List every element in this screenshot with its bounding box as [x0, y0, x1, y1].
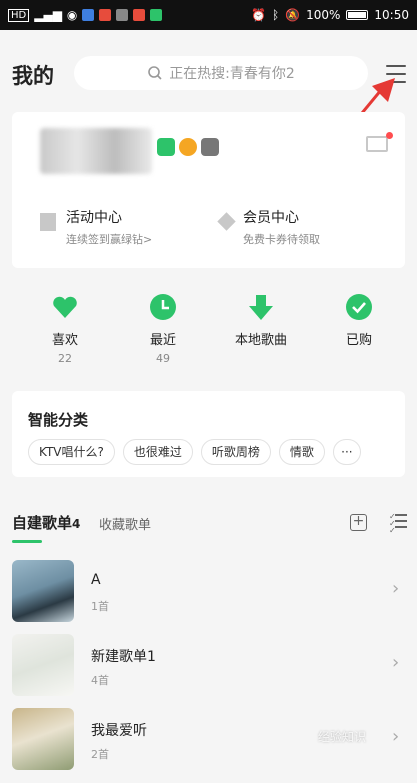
active-tab-indicator — [12, 540, 42, 543]
playlist-count: 2首 — [91, 748, 109, 761]
app-notification-icon — [133, 9, 146, 21]
message-icon[interactable] — [366, 136, 388, 152]
favorites-button[interactable]: 喜欢 22 — [25, 293, 105, 365]
playlist-cover — [12, 708, 74, 770]
playlist-cover — [12, 560, 74, 622]
app-notification-icon — [99, 9, 112, 21]
recent-label: 最近 — [149, 333, 176, 348]
app-notification-icon — [116, 9, 129, 21]
chevron-right-icon: › — [392, 726, 400, 747]
badge-row — [157, 138, 219, 156]
playlist-name: 新建歌单1 — [91, 649, 156, 665]
vip-badge-icon[interactable] — [201, 138, 219, 156]
header: 我的 正在热搜:青春有你2 — [0, 30, 417, 112]
more-tags-button[interactable]: ··· — [332, 439, 361, 465]
watermark-text: 经验知识 — [318, 730, 367, 744]
playlist-count: 1首 — [91, 600, 109, 613]
tab-own-count: 4 — [72, 517, 81, 531]
unread-dot — [386, 132, 393, 139]
tab-collected-playlists[interactable]: 收藏歌单 — [99, 514, 151, 533]
member-center-entry[interactable]: 会员中心 免费卡券待领取 — [217, 207, 320, 247]
wifi-icon: ◉ — [66, 8, 78, 22]
menu-icon[interactable] — [386, 65, 406, 83]
category-tag[interactable]: 情歌 — [278, 439, 325, 465]
signal-icon: ▂▄▆ — [34, 8, 62, 22]
favorites-label: 喜欢 — [51, 333, 78, 348]
check-icon — [346, 294, 372, 320]
download-arrow-icon — [249, 295, 273, 320]
quick-actions: 喜欢 22 最近 49 本地歌曲 已购 — [12, 293, 405, 373]
green-diamond-icon[interactable] — [157, 138, 175, 156]
purchased-label: 已购 — [345, 333, 372, 348]
status-bar: HD ▂▄▆ ◉ ⏰ ᛒ 🔕 100% 10:50 — [0, 0, 417, 30]
playlist-name: 我最爱听 — [91, 723, 147, 739]
playlist-name: A — [91, 572, 101, 588]
battery-icon — [346, 10, 369, 20]
tab-own-label: 自建歌单 — [12, 514, 73, 532]
manage-list-icon[interactable]: ✓ ✓ ✓ — [389, 512, 407, 535]
app-notification-icon — [82, 9, 95, 21]
activity-center-sub: 连续签到赢绿钻> — [66, 233, 153, 246]
blurred-user-info[interactable] — [40, 128, 152, 174]
battery-percent: 100% — [306, 8, 341, 22]
playlist-cover — [12, 634, 74, 696]
chevron-right-icon: › — [392, 652, 400, 673]
search-bar[interactable]: 正在热搜:青春有你2 — [74, 56, 368, 90]
category-tag[interactable]: 也很难过 — [122, 439, 193, 465]
member-center-sub: 免费卡券待领取 — [243, 233, 320, 246]
search-icon — [148, 66, 162, 80]
diamond-icon — [217, 212, 236, 231]
page-title: 我的 — [12, 64, 54, 88]
local-songs-label: 本地歌曲 — [234, 333, 287, 348]
favorites-count: 22 — [58, 352, 72, 365]
member-center-title: 会员中心 — [243, 210, 299, 226]
clock-icon — [150, 294, 176, 320]
category-tags: KTV唱什么? 也很难过 听歌周榜 情歌 ··· — [28, 439, 361, 465]
local-songs-button[interactable]: 本地歌曲 — [221, 293, 301, 348]
alarm-icon: ⏰ — [250, 8, 266, 22]
level-badge-icon[interactable] — [179, 138, 197, 156]
recent-button[interactable]: 最近 49 — [123, 293, 203, 365]
list-item[interactable]: 新建歌单1 4首 › — [0, 630, 417, 704]
mute-icon: 🔕 — [285, 8, 301, 22]
category-tag[interactable]: KTV唱什么? — [28, 439, 115, 465]
carrier-label: HD — [8, 8, 30, 22]
profile-card: 活动中心 连续签到赢绿钻> 会员中心 免费卡券待领取 — [12, 112, 405, 268]
search-placeholder: 正在热搜:青春有你2 — [169, 66, 295, 82]
purchased-button[interactable]: 已购 — [319, 293, 399, 348]
tab-own-playlists[interactable]: 自建歌单4 — [12, 512, 80, 533]
list-item[interactable]: A 1首 › — [0, 556, 417, 630]
recent-count: 49 — [156, 352, 170, 365]
playlist-tabs: 自建歌单4 收藏歌单 + ✓ ✓ ✓ — [12, 512, 407, 543]
app-notification-icon — [150, 9, 163, 21]
playlist-count: 4首 — [91, 674, 109, 687]
clock-time: 10:50 — [374, 8, 409, 22]
heart-icon — [53, 296, 77, 318]
add-playlist-icon[interactable]: + — [350, 514, 367, 531]
activity-center-entry[interactable]: 活动中心 连续签到赢绿钻> — [40, 207, 152, 247]
chevron-right-icon: › — [392, 578, 400, 599]
activity-center-title: 活动中心 — [66, 210, 122, 226]
smart-category-card: 智能分类 KTV唱什么? 也很难过 听歌周榜 情歌 ··· — [12, 391, 405, 477]
bluetooth-icon: ᛒ — [271, 8, 280, 22]
bookmark-icon — [40, 213, 56, 231]
smart-category-title: 智能分类 — [28, 411, 89, 429]
category-tag[interactable]: 听歌周榜 — [200, 439, 271, 465]
